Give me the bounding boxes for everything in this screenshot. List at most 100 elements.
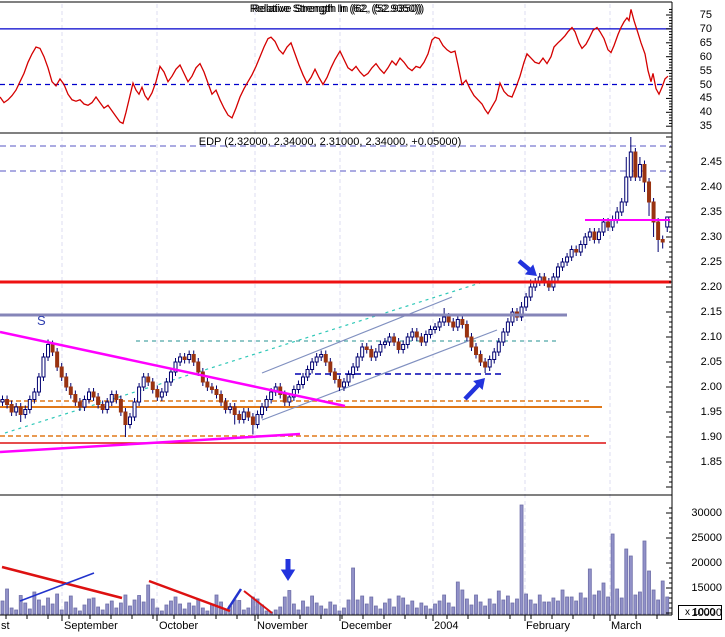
candle (269, 391, 274, 400)
volume-bar (592, 594, 597, 615)
volume-bar (342, 607, 346, 615)
candle (91, 391, 96, 398)
volume-bar (305, 606, 310, 615)
magenta-down-trendline[interactable] (0, 330, 346, 408)
candle (587, 231, 592, 238)
price-axis-label: 2.25 (700, 256, 722, 268)
volume-bar (73, 607, 78, 615)
price-axis-label: 1.85 (700, 456, 722, 468)
candle (5, 399, 10, 405)
candle (282, 394, 287, 403)
candle (647, 181, 652, 203)
month-label: November (257, 620, 308, 632)
volume-bar (146, 584, 151, 615)
volume-bar (624, 548, 629, 615)
volume-bar (278, 606, 283, 615)
volume-bar (96, 606, 101, 615)
candle (55, 351, 60, 368)
candle (141, 376, 146, 388)
chart-window: Relative Strength In (62, (52.9350)) Rel… (0, 0, 725, 637)
rsi-axis-label: 40 (699, 106, 712, 119)
volume-bar (68, 595, 73, 615)
volume-bar (560, 589, 565, 615)
volume-bar (542, 601, 547, 615)
candle (524, 296, 529, 308)
volume-bar (428, 608, 433, 615)
volume-bar (273, 609, 278, 615)
volume-bar (383, 602, 387, 615)
candle (555, 266, 560, 278)
candle (419, 336, 424, 343)
volume-bar (656, 599, 661, 615)
down-right-arrow[interactable] (517, 259, 537, 276)
volume-bar (46, 597, 50, 615)
down-arrow[interactable] (280, 559, 296, 581)
candle (528, 286, 533, 298)
volume-bar (515, 598, 519, 615)
rsi-axis-label: 65 (699, 36, 712, 49)
candle (260, 406, 265, 415)
price-axis-label: 2.35 (700, 206, 722, 218)
candle (332, 371, 337, 380)
volume-bar (310, 595, 315, 615)
candle (378, 344, 383, 353)
cyan-dashed-trendline[interactable] (4, 282, 481, 434)
volume-bar (59, 609, 64, 615)
volume-bar (392, 606, 396, 615)
rsi-axis-label: 75 (699, 9, 712, 21)
candle (487, 359, 492, 368)
candle (59, 366, 64, 378)
candle (469, 336, 474, 348)
candle (464, 324, 469, 338)
rsi-line (0, 9, 669, 125)
candle (633, 151, 638, 178)
price-axis-label: 2.15 (700, 306, 722, 318)
volume-axis-label: 10000 (691, 607, 722, 619)
candle (14, 406, 19, 413)
volume-bar (606, 596, 610, 615)
volume-bar (424, 605, 428, 615)
volume-bar (387, 598, 392, 615)
rsi-pane-title-overlap: Relative Strength In (62, (52.9350)) (2, 3, 674, 15)
volume-bar (410, 600, 415, 615)
candle (109, 394, 114, 403)
volume-bar (574, 600, 579, 615)
s-annotation-label[interactable]: S (37, 313, 46, 328)
month-label: st (1, 620, 10, 632)
volume-bar (319, 605, 324, 615)
volume-bar (460, 589, 465, 615)
candle (150, 381, 155, 390)
volume-bar (18, 595, 23, 615)
candle (255, 414, 260, 425)
volume-bar (638, 591, 642, 615)
volume-bar (401, 597, 406, 615)
volume-bar (191, 605, 196, 615)
volume-bar (132, 599, 137, 615)
candle (319, 354, 324, 358)
candle (159, 391, 164, 398)
candle (501, 331, 506, 343)
volume-bar (337, 610, 342, 615)
candle (296, 384, 301, 390)
price-axis-label: 2.45 (700, 156, 722, 168)
volume-bar (296, 609, 301, 615)
candle (369, 349, 374, 358)
volume-bar (442, 594, 447, 615)
volume-bar (128, 605, 132, 615)
candle (132, 401, 137, 418)
volume-bar (528, 599, 533, 615)
up-right-arrow[interactable] (463, 378, 485, 401)
candle (574, 249, 579, 253)
volume-bar (205, 610, 210, 615)
candle (237, 414, 242, 420)
candle (596, 231, 601, 240)
candle (560, 261, 565, 268)
chart-canvas[interactable] (0, 0, 725, 637)
candle (223, 401, 228, 410)
candle (401, 344, 406, 350)
volume-bar (569, 596, 574, 615)
volume-bar (665, 596, 670, 615)
candle (601, 221, 606, 233)
candle (219, 394, 224, 403)
volume-bar (118, 602, 123, 615)
